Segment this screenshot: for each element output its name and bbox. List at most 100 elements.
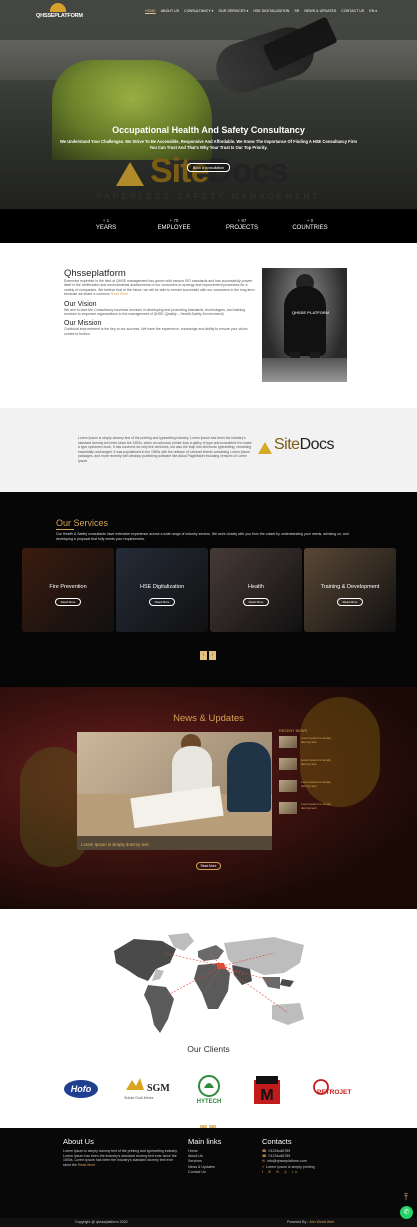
service-card-health[interactable]: Health Read More: [210, 548, 302, 632]
services-title: Our Services: [56, 518, 109, 528]
main-menu: HOME ABOUT US CONSULTANCY ▾ OUR SERVICES…: [145, 9, 377, 13]
sitedocs-band-text: Lorem Ipsum is simply dummy text of the …: [78, 436, 252, 463]
world-map: [114, 933, 304, 1033]
about-photo: QHSSE PLATFORM: [262, 268, 347, 382]
footer-about: About Us Lorem Ipsum is simply dummy tex…: [63, 1137, 178, 1167]
title-underline: [56, 529, 74, 530]
language-selector[interactable]: EN ▾: [369, 9, 377, 13]
vision-title: Our Vision: [64, 300, 97, 308]
footer-about-title: About Us: [63, 1137, 94, 1146]
site-logo[interactable]: QHSSEPLATFORM: [36, 3, 83, 23]
sitedocs-band-logo[interactable]: SiteDocs: [258, 436, 348, 456]
sitedocs-triangle-icon: [116, 162, 144, 186]
services-description: Our Health & Safety consultants have ext…: [56, 532, 349, 541]
featured-news-caption: Lorem Ipsum is simply dummy text: [81, 842, 149, 847]
service-card-title: HSE Digitalization: [139, 584, 185, 590]
nav-our-services[interactable]: OUR SERVICES ▾: [218, 9, 248, 13]
client-logo-text: M: [260, 1087, 273, 1104]
featured-news-card[interactable]: Lorem Ipsum is simply dummy text: [77, 732, 272, 850]
scroll-to-top-icon[interactable]: ⤒: [404, 1192, 408, 1203]
nav-sr[interactable]: SR: [294, 9, 299, 13]
news-read-more-button[interactable]: Read More: [196, 862, 221, 870]
client-logo-sgm[interactable]: SGM Sukari Gold Mines: [122, 1074, 170, 1106]
site-logo-text: QHSSEPLATFORM: [36, 13, 83, 19]
recent-news-text: Lorem Ipsum is simply dummy text: [301, 758, 331, 766]
stat-number: + 0: [306, 218, 314, 223]
news-thumbnail: [279, 758, 297, 770]
footer-contacts: Contacts ☎ 01234cd6789 ☎ 01234cd6789 ✉ info…: [262, 1137, 352, 1174]
phone-icon: ☎: [262, 1154, 267, 1159]
sitedocs-tagline: PAPERLESS SAFETY MANAGEMENT: [96, 191, 321, 201]
book-consultation-button[interactable]: Book a consultation: [187, 163, 230, 172]
client-logo-text: HYTECH: [197, 1099, 222, 1105]
recent-news-list: RECENT NEWS Lorem Ipsum is simply dummy …: [279, 729, 339, 824]
recent-news-item[interactable]: Lorem Ipsum is simply dummy text: [279, 802, 339, 816]
service-read-more-button[interactable]: Read More: [55, 598, 81, 606]
hero-subtitle: We Understand Your Challenges. We Strive…: [60, 139, 357, 150]
client-logo-text: SGM: [147, 1083, 170, 1094]
stat-countries: + 0 COUNTRIES: [270, 218, 350, 231]
clients-title: Our Clients: [187, 1044, 230, 1054]
email-icon: ✉: [262, 1159, 266, 1164]
nav-contact-us[interactable]: CONTACT US: [341, 9, 364, 13]
powered-by-link[interactable]: Abu World Web: [309, 1220, 334, 1224]
client-logo-hofo[interactable]: Hofo: [62, 1074, 100, 1106]
nav-about-us[interactable]: ABOUT US: [161, 9, 179, 13]
client-logo-hytech[interactable]: HYTECH: [192, 1074, 226, 1106]
hero-title: Occupational Health And Safety Consultan…: [112, 125, 305, 135]
sitedocs-band: Lorem Ipsum is simply dummy text of the …: [0, 408, 417, 492]
client-logo-text: PETROJET: [317, 1089, 351, 1096]
client-logo-petrojet[interactable]: PETROJET: [312, 1074, 356, 1106]
about-title: Qhsseplatform: [64, 268, 126, 279]
nav-news-updates[interactable]: NEWS & UPDATES: [304, 9, 336, 13]
footer-address: Lorem Ipsum is simply printing: [266, 1164, 315, 1169]
social-icons[interactable]: f ✆ ✉ ◎ in: [262, 1170, 352, 1174]
footer-read-more-link[interactable]: Read More: [78, 1163, 95, 1167]
mission-text: Continual improvement is the key to our …: [64, 327, 248, 336]
stat-label: COUNTRIES: [292, 225, 328, 231]
service-read-more-button[interactable]: Read More: [243, 598, 269, 606]
mission-title: Our Mission: [64, 320, 102, 328]
client-logo-m[interactable]: M: [250, 1074, 284, 1106]
service-card-hse-digitalization[interactable]: HSE Digitalization Read More: [116, 548, 208, 632]
services-section: Our Services Our Health & Safety consult…: [0, 492, 417, 687]
location-icon: ⌖: [262, 1164, 265, 1169]
sitedocs-docs-text: Docs: [299, 436, 335, 453]
footer-link-contact[interactable]: Contact Us: [188, 1170, 248, 1175]
news-thumbnail: [279, 780, 297, 792]
service-card-fire-prevention[interactable]: Fire Prevention Read More: [22, 548, 114, 632]
phone-icon: ☎: [262, 1149, 267, 1153]
recent-news-item[interactable]: Lorem Ipsum is simply dummy text: [279, 736, 339, 750]
next-arrow-icon[interactable]: ›: [209, 651, 216, 660]
nav-home[interactable]: HOME: [145, 9, 156, 13]
service-card-training-development[interactable]: Training & Development Read More: [304, 548, 396, 632]
recent-news-item[interactable]: Lorem Ipsum is simply dummy text: [279, 780, 339, 794]
prev-arrow-icon[interactable]: ‹: [200, 651, 207, 660]
footer-email[interactable]: info@qhsseplatform.com: [267, 1159, 307, 1163]
about-read-more-link[interactable]: Read More: [111, 292, 128, 296]
footer-phone-1[interactable]: 01234cd6789: [268, 1149, 290, 1153]
footer-phone-2[interactable]: 01234cd6789: [268, 1154, 290, 1158]
news-title: News & Updates: [173, 713, 244, 724]
nav-hse-digitalization[interactable]: HSE DIGITALIZATION: [253, 9, 289, 13]
recent-news-item[interactable]: Lorem Ipsum is simply dummy text: [279, 758, 339, 772]
sitedocs-logo: SiteDocs: [110, 152, 310, 192]
recent-news-title: RECENT NEWS: [279, 729, 307, 733]
about-text: Extensive expertise in the field of QHSE…: [64, 279, 255, 297]
about-section: Qhsseplatform Extensive expertise in the…: [0, 243, 417, 408]
whatsapp-icon[interactable]: ✆: [400, 1206, 413, 1219]
recent-news-text: Lorem Ipsum is simply dummy text: [301, 802, 331, 810]
service-read-more-button[interactable]: Read More: [149, 598, 175, 606]
recent-news-text: Lorem Ipsum is simply dummy text: [301, 736, 331, 744]
copyright-text: Copyright @ qhsseplatform 2022: [75, 1220, 128, 1224]
footer-links-title: Main links: [188, 1137, 222, 1146]
nav-consultancy[interactable]: CONSULTANCY ▾: [184, 9, 213, 13]
service-card-title: Training & Development: [320, 584, 380, 590]
photo-jacket-text: QHSSE PLATFORM: [292, 310, 330, 315]
news-thumbnail: [279, 802, 297, 814]
client-logo-text: Hofo: [71, 1084, 92, 1094]
service-read-more-button[interactable]: Read More: [337, 598, 363, 606]
services-carousel-pager: ‹ ›: [200, 651, 216, 660]
footer-contacts-title: Contacts: [262, 1137, 292, 1146]
stats-bar: + 1 YEARS + 70 EMPLOYEE + 97 PROJECTS + …: [0, 209, 417, 243]
